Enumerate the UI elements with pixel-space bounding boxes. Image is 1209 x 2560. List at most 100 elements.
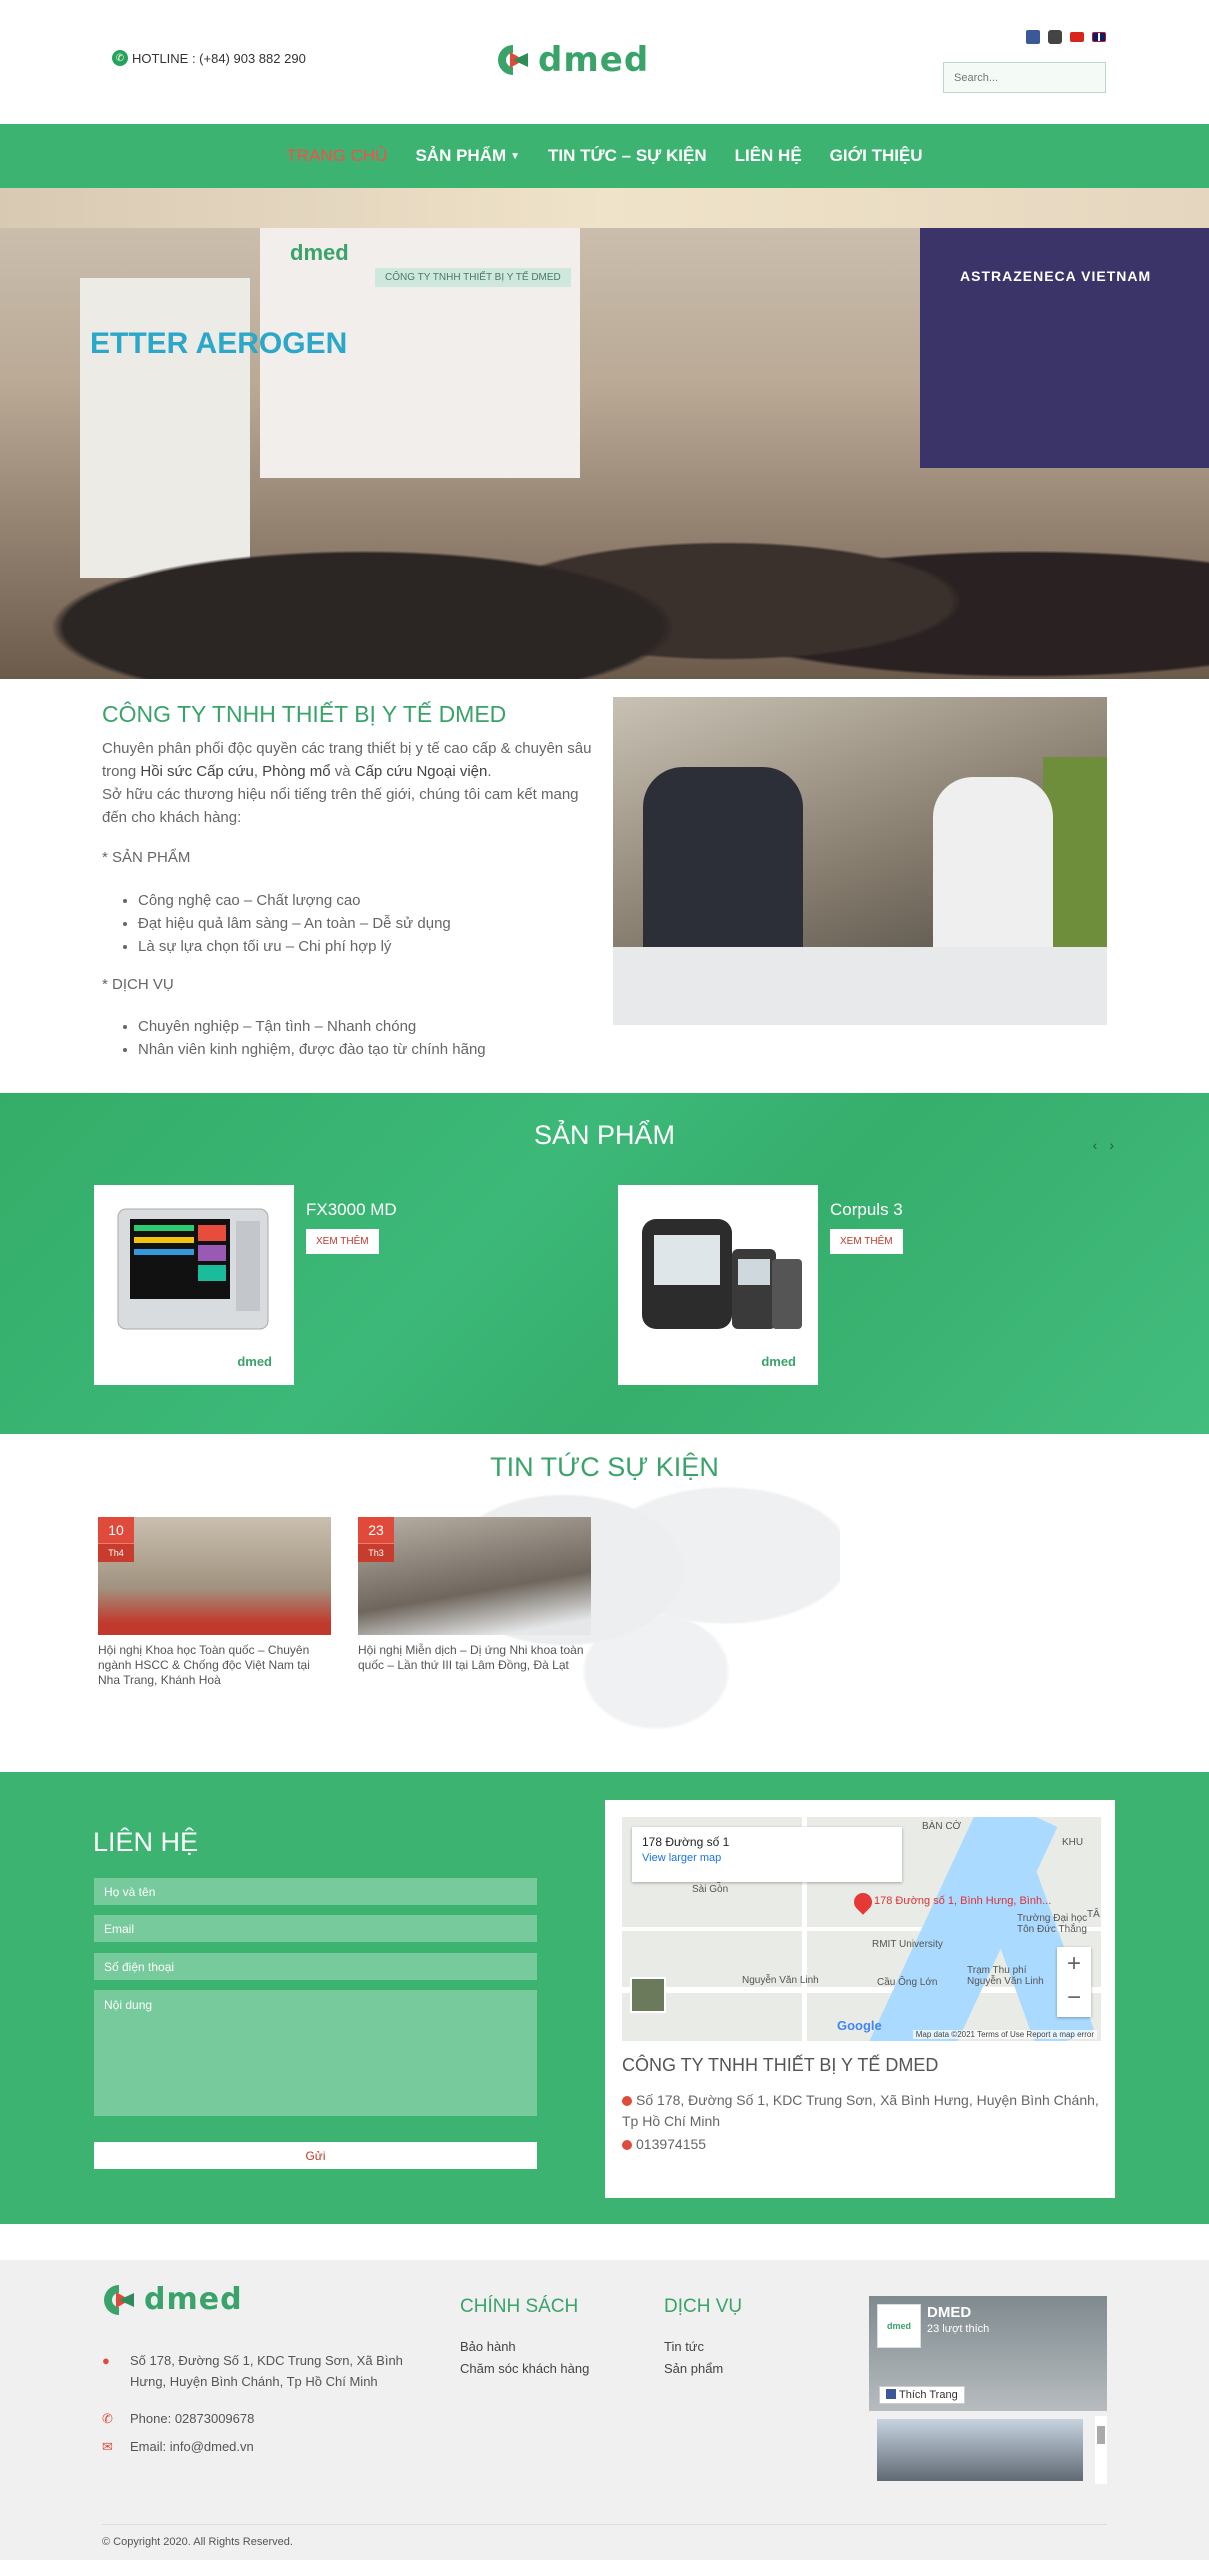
facebook-page-name[interactable]: DMED [927, 2304, 971, 2321]
map-label: KHU [1062, 1837, 1084, 1848]
footer-link[interactable]: Chăm sóc khách hàng [460, 2358, 589, 2380]
list-item: Là sự lựa chọn tối ưu – Chi phí hợp lý [138, 935, 451, 958]
intro-photo [613, 697, 1107, 1025]
list-item: Đạt hiệu quả lâm sàng – An toàn – Dễ sử … [138, 912, 451, 935]
view-larger-map-link[interactable]: View larger map [642, 1852, 892, 1864]
widget-scrollbar[interactable] [1095, 2416, 1107, 2484]
news-card[interactable]: 10 Th4 Hội nghị Khoa học Toàn quốc – Chu… [98, 1517, 331, 1688]
footer-link[interactable]: Sản phẩm [664, 2358, 742, 2380]
news-date-badge: 23 Th3 [358, 1517, 394, 1562]
list-item: Công nghệ cao – Chất lượng cao [138, 889, 451, 912]
nav-item-news[interactable]: TIN TỨC – SỰ KIỆN [543, 146, 712, 166]
product-image[interactable]: dmed [618, 1185, 818, 1385]
footer-address: ● Số 178, Đường Số 1, KDC Trung Sơn, Xã … [102, 2350, 432, 2392]
email-field[interactable]: Email [94, 1915, 537, 1942]
footer-link[interactable]: Tin tức [664, 2336, 742, 2358]
product-logo: dmed [761, 1354, 796, 1369]
news-thumbnail[interactable]: 23 Th3 [358, 1517, 591, 1635]
company-name: CÔNG TY TNHH THIẾT BỊ Y TẾ DMED [622, 2055, 939, 2075]
message-field[interactable]: Nội dung [94, 1990, 537, 2116]
search-input[interactable] [954, 71, 1096, 84]
facebook-avatar: dmed [877, 2304, 921, 2348]
map-footer: Map data ©2021 Terms of Use Report a map… [912, 2030, 1097, 2039]
caret-down-icon: ▼ [510, 150, 521, 162]
intro-description: Chuyên phân phối độc quyền các trang thi… [102, 740, 592, 826]
search-box [943, 62, 1106, 93]
product-name[interactable]: FX3000 MD [306, 1200, 397, 1220]
policy-column: CHÍNH SÁCH Bảo hành Chăm sóc khách hàng [460, 2296, 589, 2380]
facebook-icon [886, 2389, 896, 2399]
site-header: ✆ HOTLINE : (+84) 903 882 290 dmed [0, 0, 1209, 124]
vietnam-flag-icon[interactable] [1070, 32, 1084, 42]
social-links [1026, 30, 1106, 44]
footer-logo[interactable]: dmed [102, 2282, 243, 2317]
product-name[interactable]: Corpuls 3 [830, 1200, 903, 1220]
next-arrow-icon[interactable]: › [1109, 1137, 1114, 1153]
products-section: SẢN PHẨM ‹ › dmed FX3000 MD XEM THÊM dme… [0, 1093, 1209, 1434]
intro-title: CÔNG TY TNHH THIẾT BỊ Y TẾ DMED [102, 701, 507, 727]
footer-link[interactable]: Bảo hành [460, 2336, 589, 2358]
products-title: SẢN PHẨM [533, 1120, 676, 1150]
company-phone: 013974155 [622, 2134, 1102, 2155]
uk-flag-icon[interactable] [1092, 32, 1106, 42]
map-zoom-control: + − [1057, 1947, 1091, 2017]
services-list: Chuyên nghiệp – Tận tình – Nhanh chóng N… [138, 1015, 486, 1061]
product-image[interactable]: dmed [94, 1185, 294, 1385]
nav-item-contact[interactable]: LIÊN HỆ [730, 146, 807, 166]
photo-table [613, 947, 1107, 1025]
youtube-icon[interactable] [1048, 30, 1062, 44]
phone-field[interactable]: Số điện thoại [94, 1953, 537, 1980]
carousel-arrows: ‹ › [1093, 1137, 1114, 1153]
contact-title: LIÊN HỆ [93, 1827, 199, 1857]
intro-section: CÔNG TY TNHH THIẾT BỊ Y TẾ DMED Chuyên p… [0, 679, 1209, 1093]
google-map[interactable]: BÀN CỜ Chung cư Him Lam Nam Sài Gòn RMIT… [622, 1817, 1101, 2041]
hero-crowd [0, 419, 1209, 679]
envelope-icon: ✉ [102, 2439, 113, 2454]
list-item: Chuyên nghiệp – Tận tình – Nhanh chóng [138, 1015, 486, 1038]
satellite-view-button[interactable] [630, 1977, 666, 2013]
phone-icon [622, 2140, 632, 2150]
nav-item-home[interactable]: TRANG CHỦ [281, 146, 392, 166]
news-card[interactable]: 23 Th3 Hội nghị Miễn dịch – Dị ứng Nhi k… [358, 1517, 591, 1673]
nav-item-products[interactable]: SẢN PHẨM ▼ [410, 146, 525, 166]
map-label: RMIT University [872, 1939, 943, 1950]
hero-ceiling [0, 188, 1209, 228]
map-popup-title: 178 Đường số 1 [642, 1835, 730, 1849]
name-field[interactable]: Họ và tên [94, 1878, 537, 1905]
map-label: Trường Đại học Tôn Đức Thắng [1017, 1913, 1088, 1935]
zoom-in-button[interactable]: + [1057, 1947, 1091, 1981]
google-logo: Google [837, 2018, 882, 2033]
news-title-link[interactable]: Hội nghị Miễn dịch – Dị ứng Nhi khoa toà… [358, 1643, 591, 1673]
hero-banner: dmed CÔNG TY TNHH THIẾT BỊ Y TẾ DMED AST… [0, 188, 1209, 679]
logo-mark-icon [104, 2284, 134, 2315]
map-label: BÀN CỜ [922, 1821, 962, 1832]
map-label: TÂ [1087, 1909, 1100, 1920]
location-pin-icon: ● [102, 2353, 110, 2368]
send-button[interactable]: Gửi [94, 2142, 537, 2169]
hero-booth-label: CÔNG TY TNHH THIẾT BỊ Y TẾ DMED [375, 268, 571, 287]
view-more-button[interactable]: XEM THÊM [306, 1229, 379, 1254]
main-nav: TRANG CHỦ SẢN PHẨM ▼ TIN TỨC – SỰ KIỆN LI… [0, 124, 1209, 188]
site-logo[interactable]: dmed [496, 40, 649, 80]
news-thumbnail[interactable]: 10 Th4 [98, 1517, 331, 1635]
view-more-button[interactable]: XEM THÊM [830, 1229, 903, 1254]
map-label: Cầu Ông Lớn [877, 1977, 938, 1988]
monitor-device-icon [117, 1208, 269, 1330]
facebook-icon[interactable] [1026, 30, 1040, 44]
service-column: DỊCH VỤ Tin tức Sản phẩm [664, 2296, 742, 2380]
map-pin-icon[interactable] [850, 1889, 876, 1915]
map-pin-label: 178 Đường số 1, Bình Hưng, Bình... [874, 1895, 1052, 1907]
policy-title: CHÍNH SÁCH [460, 2296, 579, 2317]
zoom-out-button[interactable]: − [1057, 1981, 1091, 2015]
facebook-like-button[interactable]: Thích Trang [879, 2386, 965, 2404]
hotline[interactable]: ✆ HOTLINE : (+84) 903 882 290 [112, 50, 306, 66]
news-title-link[interactable]: Hội nghị Khoa học Toàn quốc – Chuyên ngà… [98, 1643, 331, 1688]
facebook-post-preview [877, 2419, 1083, 2481]
nav-item-about[interactable]: GIỚI THIỆU [825, 146, 928, 166]
phone-icon: ✆ [102, 2411, 113, 2426]
defibrillator-device-icon [642, 1219, 802, 1329]
prev-arrow-icon[interactable]: ‹ [1093, 1137, 1098, 1153]
facebook-page-widget[interactable]: dmed DMED 23 lượt thích Thích Trang [869, 2296, 1107, 2484]
logo-text: dmed [538, 40, 650, 80]
map-label: Trạm Thu phí Nguyễn Văn Linh [967, 1965, 1044, 1987]
